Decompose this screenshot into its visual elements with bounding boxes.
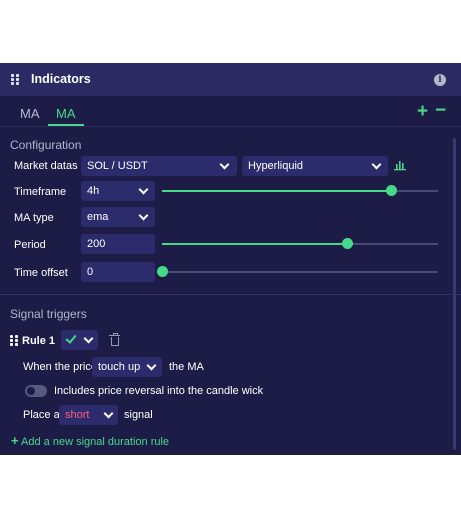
add-indicator-button[interactable]: + bbox=[417, 101, 428, 123]
time-offset-slider-thumb[interactable] bbox=[157, 266, 168, 277]
time-offset-slider[interactable] bbox=[157, 266, 438, 277]
tabs-divider bbox=[0, 126, 461, 127]
timeframe-slider[interactable] bbox=[162, 185, 438, 196]
exchange-select-value: Hyperliquid bbox=[248, 160, 304, 172]
timeframe-select-value: 4h bbox=[87, 185, 100, 197]
time-offset-label: Time offset bbox=[14, 267, 68, 279]
tab-ma-1[interactable]: MA bbox=[20, 106, 40, 121]
info-icon[interactable]: i bbox=[434, 74, 446, 86]
market-datas-label: Market datas bbox=[14, 160, 78, 172]
period-slider[interactable] bbox=[162, 238, 438, 249]
rule-title: Rule 1 bbox=[22, 335, 56, 347]
time-offset-input[interactable]: 0 bbox=[81, 262, 155, 282]
rule-drag-handle-icon[interactable] bbox=[10, 335, 19, 347]
period-slider-fill bbox=[162, 243, 347, 245]
plus-icon: + bbox=[11, 433, 19, 448]
wick-toggle[interactable] bbox=[25, 385, 47, 397]
period-label: Period bbox=[14, 239, 46, 251]
timeframe-slider-fill bbox=[162, 190, 392, 192]
the-ma-text: the MA bbox=[169, 361, 204, 373]
rule-enabled-select[interactable] bbox=[61, 330, 98, 350]
section-divider bbox=[0, 294, 461, 295]
add-rule-label: Add a new signal duration rule bbox=[21, 436, 170, 448]
drag-handle-icon[interactable] bbox=[11, 74, 20, 86]
panel-title: Indicators bbox=[31, 72, 91, 86]
ma-type-label: MA type bbox=[14, 212, 54, 224]
signal-type-select[interactable]: short bbox=[59, 405, 118, 425]
signal-text: signal bbox=[124, 409, 153, 421]
chevron-down-icon bbox=[83, 333, 94, 344]
wick-toggle-label: Includes price reversal into the candle … bbox=[54, 385, 264, 397]
exchange-select[interactable]: Hyperliquid bbox=[242, 156, 388, 176]
condition-select-value: touch up bbox=[98, 361, 141, 373]
signal-triggers-title: Signal triggers bbox=[10, 307, 87, 321]
signal-type-value: short bbox=[65, 409, 90, 421]
chevron-down-icon bbox=[371, 159, 382, 170]
chevron-down-icon bbox=[138, 210, 149, 221]
toggle-knob bbox=[27, 387, 35, 395]
market-select[interactable]: SOL / USDT bbox=[81, 156, 237, 176]
indicators-panel: Indicators i MA MA + − Configuration Mar… bbox=[0, 63, 461, 455]
chevron-down-icon bbox=[219, 159, 230, 170]
check-icon bbox=[65, 332, 77, 344]
chevron-down-icon bbox=[103, 408, 114, 419]
remove-indicator-button[interactable]: − bbox=[435, 100, 446, 122]
trash-icon[interactable] bbox=[109, 333, 120, 346]
add-signal-rule-link[interactable]: + Add a new signal duration rule bbox=[11, 433, 169, 448]
period-input[interactable]: 200 bbox=[81, 234, 155, 254]
timeframe-select[interactable]: 4h bbox=[81, 181, 155, 201]
indicator-tabs: MA MA + − bbox=[0, 96, 461, 126]
chevron-down-icon bbox=[138, 184, 149, 195]
condition-select[interactable]: touch up bbox=[92, 357, 162, 377]
ma-type-select[interactable]: ema bbox=[81, 207, 155, 227]
market-select-value: SOL / USDT bbox=[87, 160, 148, 172]
chart-icon[interactable] bbox=[394, 159, 407, 171]
place-a-text: Place a bbox=[23, 409, 60, 421]
timeframe-slider-thumb[interactable] bbox=[386, 185, 398, 196]
timeframe-label: Timeframe bbox=[14, 186, 67, 198]
chevron-down-icon bbox=[146, 360, 157, 371]
configuration-title: Configuration bbox=[10, 138, 82, 152]
tab-ma-2[interactable]: MA bbox=[56, 106, 76, 121]
when-price-text: When the price bbox=[23, 361, 97, 373]
panel-header: Indicators i bbox=[0, 63, 461, 96]
ma-type-select-value: ema bbox=[87, 211, 109, 223]
period-slider-thumb[interactable] bbox=[341, 238, 353, 249]
